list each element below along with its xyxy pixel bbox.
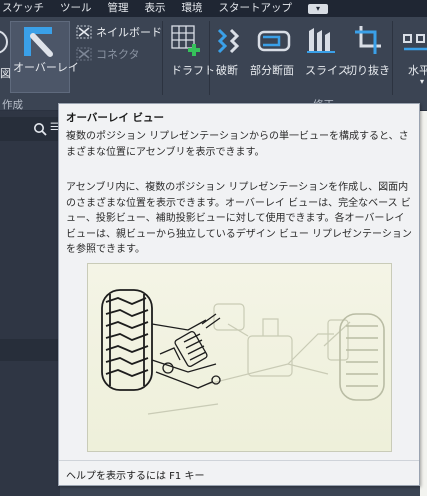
nailboard-button[interactable]: ネイルボード: [96, 24, 162, 40]
panel-separator: [209, 21, 210, 95]
model-browser: ☰: [0, 111, 60, 496]
partial-section-icon: [257, 30, 291, 52]
menu-bar: スケッチ ツール 管理 表示 環境 スタートアップ ▾: [0, 0, 427, 17]
tooltip-details: アセンブリ内に、複数のポジション リプレゼンテーションを作成し、図面内のさまざま…: [66, 182, 412, 255]
horizontal-button[interactable]: 水平: [408, 62, 427, 78]
break-icon: [217, 28, 240, 54]
search-icon[interactable]: [33, 122, 47, 136]
tooltip-help-hint: ヘルプを表示するには F1 キー: [66, 471, 205, 482]
overlay-view-tooltip: オーバーレイ ビュー 複数のポジション リプレゼンテーションからの単一ビューを構…: [58, 103, 420, 486]
browser-section-bar: [0, 339, 60, 361]
menu-item-manage[interactable]: 管理: [100, 0, 137, 17]
menu-item-getstarted[interactable]: スタートアップ: [211, 0, 301, 17]
connector-icon: [76, 47, 92, 61]
panel-title-create: 作成: [2, 99, 23, 111]
nailboard-icon: [76, 25, 92, 39]
partial-section-button[interactable]: 部分断面: [250, 62, 294, 78]
slice-button[interactable]: スライス: [305, 62, 349, 78]
horizontal-dropdown-icon[interactable]: ▾: [420, 77, 424, 86]
suspension-assembly-illustration: [101, 289, 385, 415]
partial-view-icon[interactable]: [0, 27, 8, 57]
slice-icon: [307, 28, 335, 53]
tooltip-divider: [59, 460, 419, 461]
menu-item-tools[interactable]: ツール: [52, 0, 100, 17]
tooltip-title: オーバーレイ ビュー: [66, 112, 165, 124]
menu-item-environment[interactable]: 環境: [174, 0, 211, 17]
connector-button[interactable]: コネクタ: [96, 46, 140, 62]
ribbon: 図 オーバーレイ ネイルボード コネクタ ドラフト 破断 部分断面 スライス 切…: [0, 17, 427, 111]
chevron-down-icon[interactable]: ▾: [308, 3, 328, 14]
horizontal-icon: [403, 34, 427, 51]
app-window: スケッチ ツール 管理 表示 環境 スタートアップ ▾ 図 オーバーレイ ネイル…: [0, 0, 427, 496]
panel-separator: [162, 21, 163, 95]
menu-item-sketch[interactable]: スケッチ: [0, 0, 52, 17]
tooltip-description: 複数のポジション リプレゼンテーションからの単一ビューを構成すると、さまざまな位…: [66, 131, 409, 158]
crop-icon: [355, 26, 381, 54]
crop-button[interactable]: 切り抜き: [346, 62, 390, 78]
draft-icon: [171, 25, 200, 56]
drawing-canvas[interactable]: [420, 111, 427, 496]
overlay-icon: [24, 27, 53, 57]
tooltip-illustration: [87, 263, 392, 452]
break-button[interactable]: 破断: [216, 62, 238, 78]
overlay-label: オーバーレイ: [13, 61, 79, 74]
menu-item-view[interactable]: 表示: [137, 0, 174, 17]
panel-separator: [392, 21, 393, 95]
